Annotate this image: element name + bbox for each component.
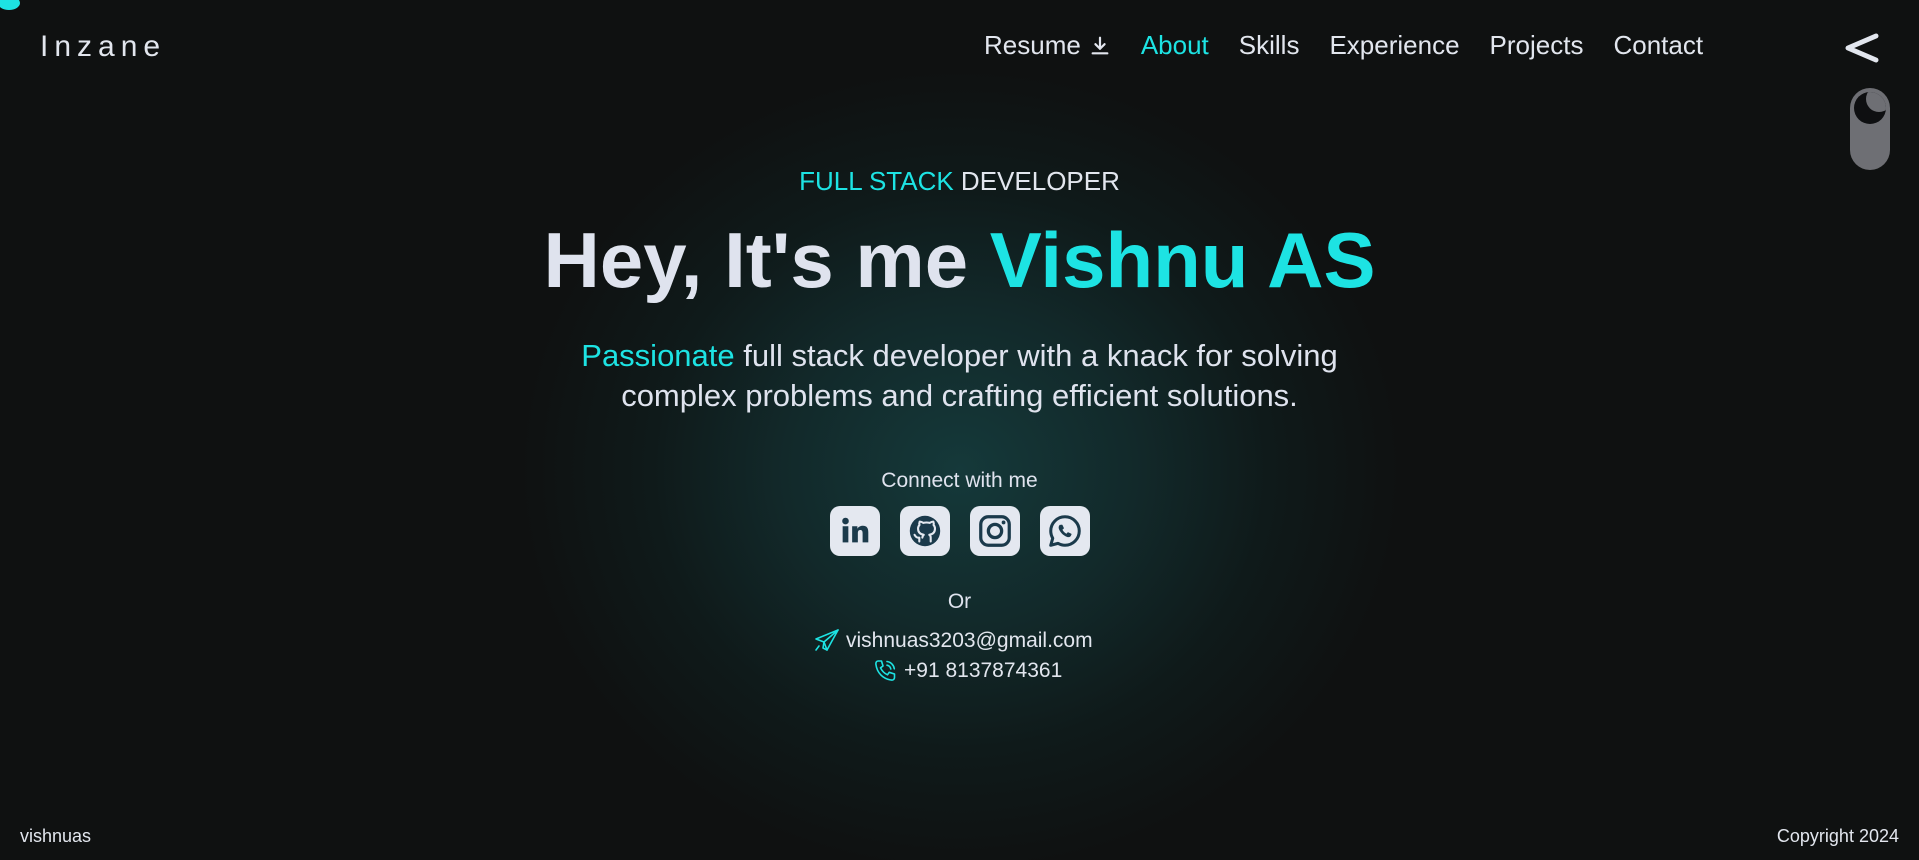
phone-link[interactable]: +91 8137874361 (872, 658, 1062, 684)
github-button[interactable] (900, 506, 950, 556)
phone-text: +91 8137874361 (904, 659, 1063, 682)
moon-icon (1854, 92, 1886, 124)
role-accent: FULL STACK (799, 166, 954, 196)
tagline-line2: complex problems and crafting efficient … (621, 378, 1298, 413)
paper-plane-icon (815, 629, 839, 651)
nav-experience[interactable]: Experience (1329, 30, 1459, 61)
phone-icon (875, 660, 896, 681)
connect-title: Connect with me (881, 469, 1038, 492)
nav-skills[interactable]: Skills (1239, 30, 1300, 61)
nav-projects[interactable]: Projects (1490, 30, 1584, 61)
headline-name: Vishnu AS (989, 216, 1376, 304)
nav-resume-label: Resume (984, 30, 1081, 60)
role-rest: DEVELOPER (953, 166, 1120, 196)
nav-about[interactable]: About (1141, 30, 1209, 61)
email-link[interactable]: vishnuas3203@gmail.com (814, 628, 1093, 654)
hero-tagline: Passionate full stack developer with a k… (0, 336, 1919, 416)
tagline-line1-rest: full stack developer with a knack for so… (734, 338, 1338, 373)
github-icon (909, 515, 941, 547)
download-icon (1091, 36, 1109, 54)
headline-prefix: Hey, It's me (543, 216, 990, 304)
linkedin-button[interactable] (830, 506, 880, 556)
whatsapp-button[interactable] (1040, 506, 1090, 556)
whatsapp-icon (1049, 515, 1081, 547)
instagram-icon (979, 515, 1011, 547)
email-text: vishnuas3203@gmail.com (846, 629, 1093, 652)
tagline-line1: Passionate full stack developer with a k… (0, 336, 1919, 376)
theme-toggle[interactable] (1850, 88, 1890, 170)
nav-resume[interactable]: Resume (984, 30, 1111, 61)
brand-logo[interactable]: Inzane (40, 30, 166, 64)
instagram-button[interactable] (970, 506, 1020, 556)
page: Inzane Resume About Skills Experience Pr… (0, 0, 1919, 860)
or-divider: Or (947, 590, 972, 613)
linkedin-icon (842, 517, 869, 543)
tagline-accent: Passionate (581, 338, 735, 373)
role-subtitle: FULL STACK DEVELOPER (0, 166, 1919, 197)
footer-username: vishnuas (20, 826, 92, 846)
hero-headline: Hey, It's me Vishnu AS (0, 215, 1919, 306)
footer-copyright: Copyright 2024 (1776, 826, 1899, 846)
nav-contact[interactable]: Contact (1613, 30, 1703, 61)
cursor-dot (0, 0, 20, 10)
main-nav: Resume About Skills Experience Projects … (984, 30, 1703, 61)
social-links (830, 506, 1090, 556)
code-bracket-icon[interactable] (1842, 30, 1882, 66)
